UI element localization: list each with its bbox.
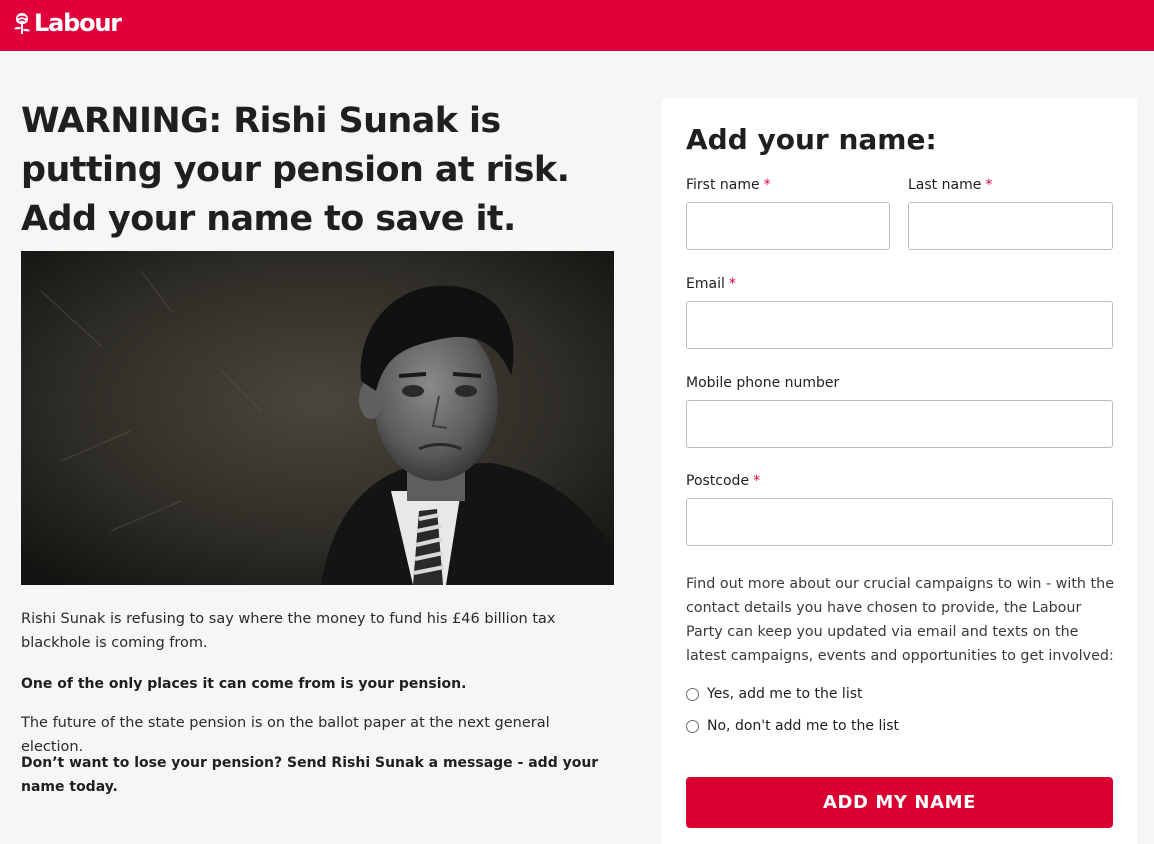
labour-logo[interactable]: Labour	[11, 9, 122, 37]
form-title: Add your name:	[686, 123, 937, 156]
postcode-label: Postcode *	[686, 472, 760, 490]
radio-no-option[interactable]: No, don't add me to the list	[686, 718, 899, 734]
radio-yes-option[interactable]: Yes, add me to the list	[686, 686, 863, 702]
postcode-input[interactable]	[686, 498, 1113, 546]
postcode-label-text: Postcode	[686, 473, 750, 489]
last-name-label: Last name *	[908, 176, 992, 194]
required-marker: *	[753, 473, 761, 489]
add-my-name-button[interactable]: ADD MY NAME	[686, 777, 1113, 828]
body-paragraph-1: Rishi Sunak is refusing to say where the…	[21, 611, 556, 651]
first-name-input[interactable]	[686, 202, 890, 250]
required-marker: *	[728, 276, 736, 292]
rose-icon	[11, 10, 33, 36]
required-marker: *	[985, 177, 993, 193]
radio-no-label: No, don't add me to the list	[707, 718, 900, 734]
first-name-label-text: First name	[686, 177, 760, 193]
radio-no[interactable]	[686, 719, 699, 733]
radio-yes[interactable]	[686, 687, 699, 701]
site-header: Labour	[0, 0, 1154, 51]
page-headline: WARNING: Rishi Sunak is putting your pen…	[21, 101, 570, 239]
mobile-input[interactable]	[686, 400, 1113, 448]
required-marker: *	[763, 177, 771, 193]
last-name-label-text: Last name	[908, 177, 982, 193]
last-name-input[interactable]	[908, 202, 1113, 250]
email-input[interactable]	[686, 301, 1113, 349]
mobile-label-text: Mobile phone number	[686, 375, 840, 391]
first-name-label: First name *	[686, 176, 771, 194]
body-paragraph-4: Don’t want to lose your pension? Send Ri…	[21, 755, 599, 795]
radio-yes-label: Yes, add me to the list	[707, 686, 863, 702]
email-label: Email *	[686, 275, 736, 293]
rishi-sunak-photo	[21, 251, 614, 585]
body-paragraph-2: One of the only places it can come from …	[21, 676, 467, 692]
mobile-label: Mobile phone number	[686, 374, 839, 392]
email-label-text: Email	[686, 276, 725, 292]
logo-text: Labour	[34, 9, 122, 37]
consent-text: Find out more about our crucial campaign…	[686, 576, 1115, 664]
